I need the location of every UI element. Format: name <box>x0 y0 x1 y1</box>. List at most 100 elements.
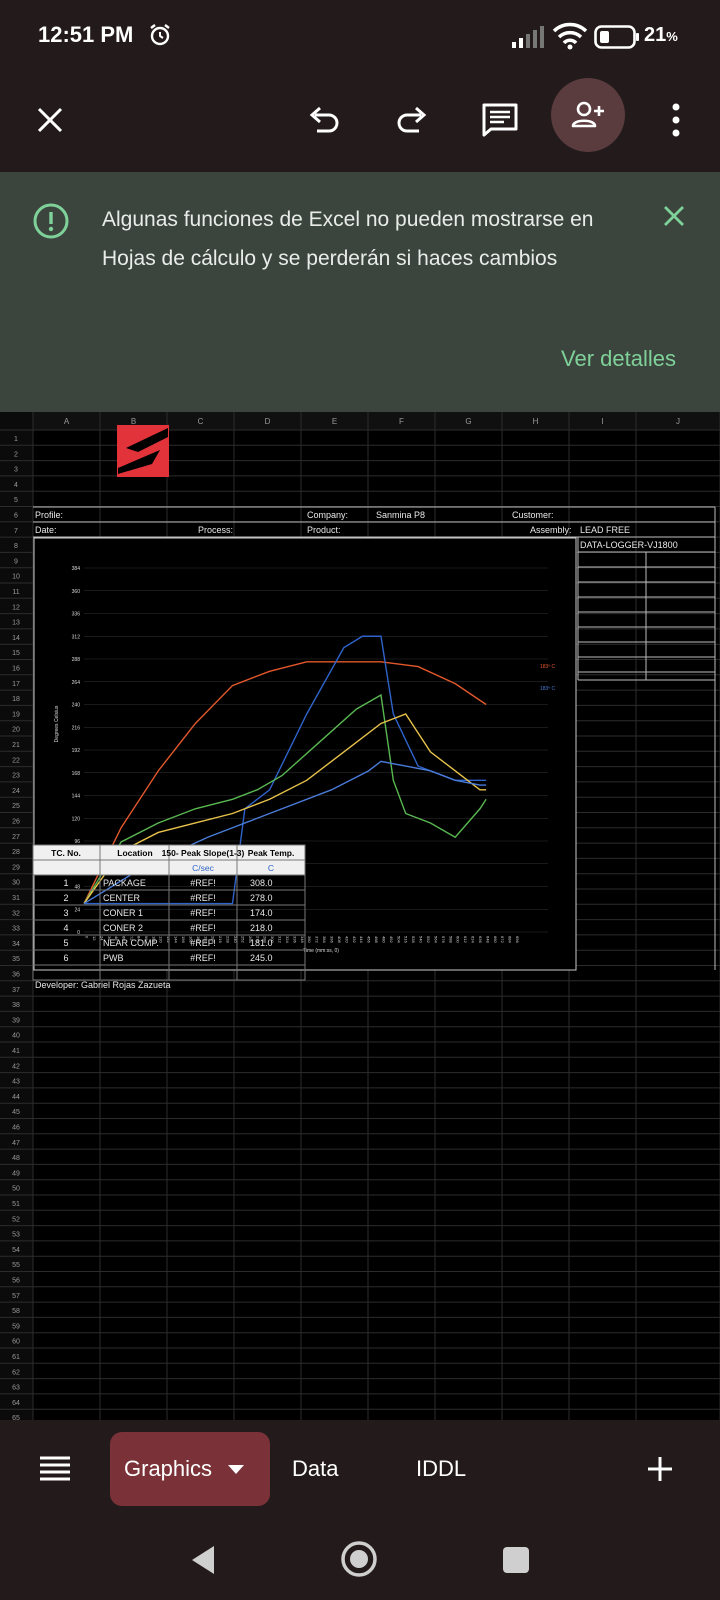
cell-customer-label[interactable]: Customer: <box>512 510 554 520</box>
column-header[interactable]: J <box>676 417 680 426</box>
row-header[interactable]: 60 <box>12 1339 20 1346</box>
view-details-link[interactable]: Ver detalles <box>561 346 676 372</box>
banner-close-button[interactable] <box>662 204 686 233</box>
table-cell[interactable]: 308.0 <box>250 878 273 888</box>
row-header[interactable]: 9 <box>14 558 18 565</box>
row-header[interactable]: 53 <box>12 1232 20 1239</box>
table-cell[interactable]: 245.0 <box>250 953 273 963</box>
column-header[interactable]: H <box>533 417 539 426</box>
row-header[interactable]: 22 <box>12 757 20 764</box>
undo-button[interactable] <box>292 88 356 152</box>
column-header[interactable]: G <box>465 417 471 426</box>
cell-logger-value[interactable]: DATA-LOGGER-VJ1800 <box>580 540 678 550</box>
row-header[interactable]: 13 <box>12 620 20 627</box>
recents-icon[interactable] <box>502 1546 530 1574</box>
row-header[interactable]: 15 <box>12 650 20 657</box>
redo-button[interactable] <box>380 88 444 152</box>
table-cell[interactable]: 218.0 <box>250 923 273 933</box>
row-header[interactable]: 54 <box>12 1247 20 1254</box>
row-header[interactable]: 35 <box>12 956 20 963</box>
column-header[interactable]: B <box>131 417 136 426</box>
table-cell[interactable]: #REF! <box>190 908 216 918</box>
row-header[interactable]: 3 <box>14 467 18 474</box>
row-header[interactable]: 16 <box>12 666 20 673</box>
back-icon[interactable] <box>190 1544 216 1576</box>
row-header[interactable]: 51 <box>12 1201 20 1208</box>
cell-company-value[interactable]: Sanmina P8 <box>376 510 425 520</box>
table-cell[interactable]: 6 <box>63 953 68 963</box>
cell-date-label[interactable]: Date: <box>35 525 57 535</box>
row-header[interactable]: 49 <box>12 1170 20 1177</box>
row-header[interactable]: 2 <box>14 451 18 458</box>
table-cell[interactable]: PACKAGE <box>103 878 146 888</box>
column-header[interactable]: I <box>601 417 603 426</box>
row-header[interactable]: 28 <box>12 849 20 856</box>
row-header[interactable]: 21 <box>12 742 20 749</box>
row-header[interactable]: 44 <box>12 1094 20 1101</box>
table-cell[interactable]: NEAR COMP. <box>103 938 159 948</box>
row-header[interactable]: 57 <box>12 1293 20 1300</box>
row-header[interactable]: 23 <box>12 773 20 780</box>
row-header[interactable]: 5 <box>14 497 18 504</box>
row-header[interactable]: 64 <box>12 1400 20 1407</box>
table-cell[interactable]: #REF! <box>190 923 216 933</box>
table-cell[interactable]: 4 <box>63 923 68 933</box>
share-button[interactable] <box>551 78 625 152</box>
column-header[interactable]: D <box>265 417 271 426</box>
tab-iddl[interactable]: IDDL <box>416 1432 466 1506</box>
table-cell[interactable]: 5 <box>63 938 68 948</box>
row-header[interactable]: 36 <box>12 972 20 979</box>
row-header[interactable]: 31 <box>12 895 20 902</box>
tab-graphics[interactable]: Graphics <box>110 1432 270 1506</box>
more-options-button[interactable] <box>644 88 708 152</box>
row-header[interactable]: 45 <box>12 1109 20 1116</box>
table-cell[interactable]: #REF! <box>190 893 216 903</box>
cell-product-label[interactable]: Product: <box>307 525 341 535</box>
row-header[interactable]: 50 <box>12 1186 20 1193</box>
comments-button[interactable] <box>468 88 532 152</box>
cell-profile-label[interactable]: Profile: <box>35 510 63 520</box>
row-header[interactable]: 18 <box>12 696 20 703</box>
add-sheet-button[interactable] <box>646 1432 674 1506</box>
row-header[interactable]: 7 <box>14 528 18 535</box>
row-header[interactable]: 1 <box>14 436 18 443</box>
row-header[interactable]: 47 <box>12 1140 20 1147</box>
cell-assembly-value[interactable]: LEAD FREE <box>580 525 630 535</box>
row-header[interactable]: 33 <box>12 926 20 933</box>
row-header[interactable]: 27 <box>12 834 20 841</box>
home-icon[interactable] <box>340 1540 378 1578</box>
row-header[interactable]: 62 <box>12 1369 20 1376</box>
row-header[interactable]: 11 <box>12 589 19 596</box>
row-header[interactable]: 29 <box>12 864 20 871</box>
table-cell[interactable]: #REF! <box>190 938 216 948</box>
row-header[interactable]: 56 <box>12 1278 20 1285</box>
row-header[interactable]: 24 <box>12 788 20 795</box>
column-header[interactable]: A <box>64 417 70 426</box>
tab-data[interactable]: Data <box>292 1432 338 1506</box>
table-cell[interactable]: #REF! <box>190 878 216 888</box>
cell-assembly-label[interactable]: Assembly: <box>530 525 572 535</box>
table-cell[interactable]: 1 <box>63 878 68 888</box>
row-header[interactable]: 39 <box>12 1017 20 1024</box>
row-header[interactable]: 4 <box>14 482 18 489</box>
table-cell[interactable]: 174.0 <box>250 908 273 918</box>
row-header[interactable]: 19 <box>12 711 20 718</box>
row-header[interactable]: 58 <box>12 1308 20 1315</box>
row-header[interactable]: 12 <box>12 604 20 611</box>
row-header[interactable]: 20 <box>12 727 20 734</box>
row-header[interactable]: 55 <box>12 1262 20 1269</box>
row-header[interactable]: 40 <box>12 1033 20 1040</box>
close-button[interactable] <box>18 88 82 152</box>
table-cell[interactable]: PWB <box>103 953 124 963</box>
row-header[interactable]: 30 <box>12 880 20 887</box>
row-header[interactable]: 34 <box>12 941 20 948</box>
table-cell[interactable]: 2 <box>63 893 68 903</box>
cell-process-label[interactable]: Process: <box>198 525 233 535</box>
row-header[interactable]: 46 <box>12 1125 20 1132</box>
row-header[interactable]: 8 <box>14 543 18 550</box>
row-header[interactable]: 6 <box>14 513 18 520</box>
row-header[interactable]: 41 <box>12 1048 20 1055</box>
row-header[interactable]: 52 <box>12 1216 20 1223</box>
row-header[interactable]: 37 <box>12 987 20 994</box>
table-cell[interactable]: #REF! <box>190 953 216 963</box>
